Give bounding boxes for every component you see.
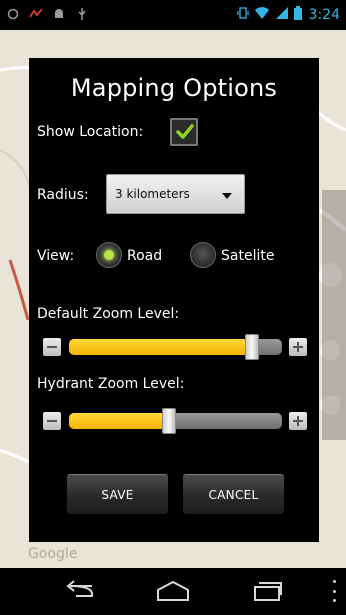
dropdown-caret-icon [222,193,232,199]
mapping-options-dialog: Mapping Options Show Location: Radius: 3… [29,58,319,542]
radius-spinner[interactable]: 3 kilometers [106,174,245,214]
view-road-label[interactable]: Road [127,248,162,264]
wifi-icon [254,6,270,24]
overflow-menu-icon[interactable] [332,580,336,602]
hydrant-zoom-label: Hydrant Zoom Level: [37,376,185,392]
signal-app-icon [29,7,43,21]
battery-icon [293,6,302,24]
status-time: 3:24 [308,7,340,23]
view-satellite-radio[interactable] [190,242,216,268]
radius-label: Radius: [37,187,89,203]
status-left-icons [6,7,89,21]
usb-icon [75,7,89,21]
hydrant-zoom-minus-button[interactable] [43,412,61,430]
view-satellite-label[interactable]: Satelite [221,248,274,264]
status-bar: 3:24 [0,0,346,30]
vibrate-icon [236,6,249,24]
save-button[interactable]: SAVE [67,474,168,514]
hydrant-zoom-plus-button[interactable] [289,412,307,430]
default-zoom-label: Default Zoom Level: [37,306,180,322]
view-label: View: [37,248,75,264]
cell-signal-icon [275,6,289,24]
hydrant-zoom-slider-fill [69,413,169,429]
default-zoom-slider-thumb[interactable] [245,334,259,360]
radius-selected-value: 3 kilometers [115,187,190,201]
navigation-bar [0,568,346,615]
recent-apps-icon[interactable] [247,576,287,606]
dialog-title: Mapping Options [70,74,278,102]
default-zoom-plus-button[interactable] [289,338,307,356]
android-debug-icon [52,7,66,21]
view-road-radio[interactable] [96,242,122,268]
hydrant-zoom-slider-thumb[interactable] [162,408,176,434]
back-icon[interactable] [60,576,100,606]
notification-icon [6,7,20,21]
show-location-checkbox[interactable] [170,118,198,146]
status-right-icons: 3:24 [236,6,340,24]
show-location-label: Show Location: [37,124,144,140]
checkmark-icon [176,124,194,139]
cancel-button[interactable]: CANCEL [183,474,284,514]
map-watermark: Google [28,546,78,562]
home-icon[interactable] [153,576,193,606]
default-zoom-minus-button[interactable] [43,338,61,356]
default-zoom-slider-fill [69,339,252,355]
